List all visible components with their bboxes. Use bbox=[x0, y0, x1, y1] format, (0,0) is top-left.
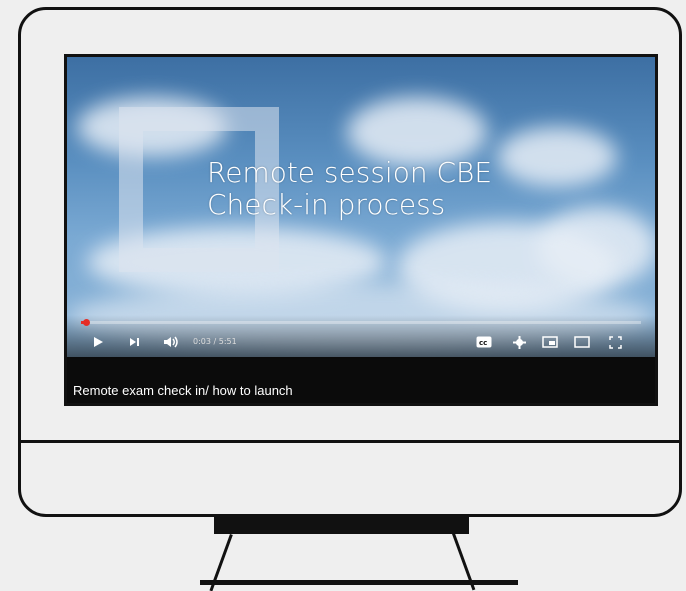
monitor-chin-divider bbox=[21, 440, 679, 443]
svg-text:cc: cc bbox=[479, 339, 487, 347]
progress-scrubber[interactable] bbox=[82, 319, 90, 326]
video-player[interactable]: Remote session CBE Check-in process 0:03 bbox=[64, 54, 658, 406]
volume-icon[interactable] bbox=[163, 335, 179, 349]
video-frame[interactable]: Remote session CBE Check-in process 0:03 bbox=[67, 57, 655, 357]
player-controls: 0:03 / 5:51 cc bbox=[67, 315, 655, 357]
gear-icon[interactable] bbox=[511, 335, 527, 349]
monitor-stand-neck bbox=[214, 517, 469, 534]
progress-bar[interactable] bbox=[81, 319, 641, 326]
video-caption-bar: Remote exam check in/ how to launch bbox=[67, 359, 655, 403]
slide-title-line1: Remote session CBE bbox=[207, 156, 493, 189]
play-icon[interactable] bbox=[91, 335, 105, 349]
fullscreen-icon[interactable] bbox=[607, 335, 623, 349]
next-icon[interactable] bbox=[127, 335, 141, 349]
theater-mode-icon[interactable] bbox=[573, 335, 591, 349]
slide-title-line2: Check-in process bbox=[207, 188, 446, 221]
monitor-stand-base bbox=[200, 580, 518, 585]
video-caption: Remote exam check in/ how to launch bbox=[73, 383, 293, 398]
miniplayer-icon[interactable] bbox=[541, 335, 559, 349]
monitor-frame: Remote session CBE Check-in process 0:03 bbox=[18, 7, 682, 517]
slide-title: Remote session CBE Check-in process bbox=[207, 157, 492, 221]
time-display: 0:03 / 5:51 bbox=[193, 337, 237, 346]
closed-captions-icon[interactable]: cc bbox=[475, 335, 493, 349]
